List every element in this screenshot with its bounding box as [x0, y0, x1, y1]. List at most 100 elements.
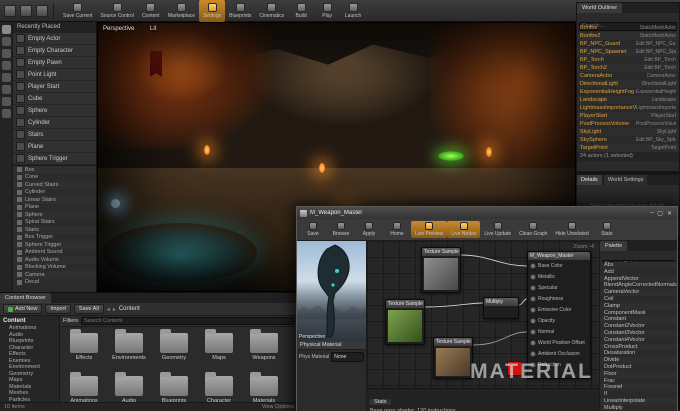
placeable-class-row[interactable]: Cylinder — [13, 189, 96, 197]
palette-expression-row[interactable]: Clamp — [600, 302, 677, 310]
tab-palette[interactable]: Palette — [600, 241, 628, 251]
material-toolbar-button[interactable]: Live Nodes — [447, 221, 481, 238]
palette-expression-row[interactable]: Divide — [600, 357, 677, 364]
palette-expression-row[interactable]: Desaturation — [600, 350, 677, 357]
material-input-pin[interactable]: World Position Offset — [528, 337, 590, 348]
palette-expression-row[interactable]: Frac — [600, 378, 677, 385]
tab-world-outliner[interactable]: World Outliner — [577, 3, 623, 13]
window-control-button[interactable]: ✕ — [665, 210, 674, 217]
material-toolbar-button[interactable]: Save — [299, 221, 327, 238]
toolbar-button[interactable]: Build — [288, 0, 314, 22]
asset-search-input[interactable] — [80, 317, 295, 325]
material-toolbar-button[interactable]: Browse — [327, 221, 355, 238]
outliner-actor-row[interactable]: Bonfire2 StaticMeshActor — [577, 32, 679, 40]
outliner-actor-row[interactable]: LightmassImportanceVolume LightmassImpor… — [577, 104, 679, 112]
placeable-class-row[interactable]: Spiral Stairs — [13, 219, 96, 227]
add-new-button[interactable]: Add New — [3, 304, 43, 314]
palette-expression-row[interactable]: Floor — [600, 370, 677, 378]
tab-content-browser[interactable]: Content Browser — [0, 293, 51, 303]
placeable-item[interactable]: Sphere — [13, 105, 96, 117]
material-toolbar-button[interactable]: Live Update — [480, 221, 515, 238]
placeable-item[interactable]: Empty Pawn — [13, 57, 96, 69]
placeable-item[interactable]: Stairs — [13, 129, 96, 141]
modes-cube-icon[interactable] — [20, 4, 32, 17]
placeable-class-row[interactable]: Box — [13, 166, 96, 174]
palette-expression-row[interactable]: LinearInterpolate — [600, 397, 677, 405]
material-toolbar-button[interactable]: Clean Graph — [515, 221, 551, 238]
toolbar-button[interactable]: Play — [314, 0, 340, 22]
texture-sample-node-2[interactable]: Texture Sample — [385, 299, 425, 345]
toolbar-button[interactable]: Cinematics — [255, 0, 288, 22]
placeable-item[interactable]: Empty Character — [13, 45, 96, 57]
history-forward-icon[interactable]: ▸ — [113, 306, 116, 313]
tab-details[interactable]: Details — [577, 175, 602, 185]
material-toolbar-button[interactable]: Apply — [355, 221, 383, 238]
folder-tile[interactable]: Audio — [107, 372, 151, 402]
physical-material-category[interactable]: Physical Material — [297, 341, 366, 350]
placeable-class-row[interactable]: Decal — [13, 279, 96, 287]
visual-effects-category-icon[interactable] — [1, 73, 11, 82]
outliner-actor-row[interactable]: SkySphere Edit BP_Sky_Sphere — [577, 136, 679, 144]
toolbar-button[interactable]: Marketplace — [164, 0, 199, 22]
all-classes-category-icon[interactable] — [1, 109, 11, 118]
toolbar-button[interactable]: Save Current — [59, 0, 96, 22]
placeable-class-row[interactable]: Audio Volume — [13, 256, 96, 264]
outliner-actor-row[interactable]: CameraActor CameraActor — [577, 72, 679, 80]
geometry-category-icon[interactable] — [1, 85, 11, 94]
placeable-item[interactable]: Empty Actor — [13, 33, 96, 45]
material-toolbar-button[interactable]: Hide Unrelated — [551, 221, 592, 238]
palette-expression-row[interactable]: DotProduct — [600, 364, 677, 371]
recently-placed-icon[interactable] — [1, 25, 11, 34]
texture-sample-node-3[interactable]: Texture Sample — [433, 337, 473, 379]
material-node-graph[interactable]: Texture Sample Texture Sample Texture Sa… — [367, 241, 599, 388]
palette-expression-row[interactable]: CameraVector — [600, 289, 677, 296]
window-control-button[interactable]: ▢ — [655, 210, 665, 217]
breadcrumb[interactable]: Content — [119, 306, 140, 312]
placeable-item[interactable]: Cube — [13, 93, 96, 105]
outliner-actor-row[interactable]: ExponentialHeightFog ExponentialHeightFo… — [577, 88, 679, 96]
material-editor-titlebar[interactable]: M_Weapon_Master – ▢ ✕ — [297, 207, 677, 219]
toolbar-button[interactable]: Source Control — [96, 0, 137, 22]
tab-world-settings[interactable]: World Settings — [603, 175, 648, 185]
palette-expression-row[interactable]: ComponentMask — [600, 310, 677, 317]
folder-tile[interactable]: Weapons — [242, 329, 286, 371]
viewport-lit-label[interactable]: Lit — [150, 26, 156, 32]
material-input-pin[interactable]: Normal — [528, 326, 590, 337]
folder-tile[interactable]: Effects — [62, 329, 106, 371]
placeable-class-row[interactable]: Linear Stairs — [13, 196, 96, 204]
palette-expression-row[interactable]: Constant — [600, 316, 677, 324]
sources-folder-row[interactable]: Particles — [0, 397, 59, 403]
sources-root-folder[interactable]: Content — [0, 317, 59, 325]
outliner-actor-row[interactable]: BP_Torch2 Edit BP_Torch — [577, 64, 679, 72]
outliner-actor-row[interactable]: BP_NPC_Spawner Edit BP_NPC_Spawner — [577, 48, 679, 56]
lights-category-icon[interactable] — [1, 49, 11, 58]
material-toolbar-button[interactable]: Live Preview — [411, 221, 448, 238]
palette-expression-row[interactable]: Constant4Vector — [600, 337, 677, 344]
material-preview-viewport[interactable]: Perspective — [297, 241, 366, 341]
view-options-button[interactable]: View Options — [262, 403, 294, 411]
palette-expression-row[interactable]: Add — [600, 269, 677, 276]
material-toolbar-button[interactable]: Stats — [593, 221, 621, 238]
window-control-button[interactable]: – — [648, 210, 655, 217]
placeable-class-row[interactable]: Sphere Trigger — [13, 241, 96, 249]
save-all-button[interactable]: Save All — [73, 304, 104, 314]
material-input-pin[interactable]: Specular — [528, 282, 590, 293]
material-input-pin[interactable]: Base Color — [528, 260, 590, 271]
history-back-icon[interactable]: ◂ — [107, 306, 110, 313]
folder-tile[interactable]: Environments — [107, 329, 151, 371]
material-input-pin[interactable]: Roughness — [528, 293, 590, 304]
placeable-class-row[interactable]: Cone — [13, 174, 96, 182]
toolbar-button[interactable]: Launch — [340, 0, 366, 22]
outliner-actor-row[interactable]: BP_Torch Edit BP_Torch — [577, 56, 679, 64]
import-button[interactable]: Import — [45, 304, 71, 314]
placeable-item[interactable]: Sphere Trigger — [13, 153, 96, 165]
filters-button[interactable]: Filters — [63, 318, 78, 324]
palette-expression-row[interactable]: Multiply — [600, 405, 677, 411]
outliner-actor-row[interactable]: PlayerStart PlayerStart — [577, 112, 679, 120]
placeable-class-row[interactable]: Ambient Sound — [13, 249, 96, 257]
placeable-class-row[interactable]: Box Trigger — [13, 234, 96, 242]
palette-expression-row[interactable]: BlendAngleCorrectedNormals — [600, 282, 677, 289]
placeable-class-row[interactable]: Curved Stairs — [13, 181, 96, 189]
placeable-class-row[interactable]: Sphere — [13, 211, 96, 219]
palette-expression-row[interactable]: AppendVector — [600, 275, 677, 283]
